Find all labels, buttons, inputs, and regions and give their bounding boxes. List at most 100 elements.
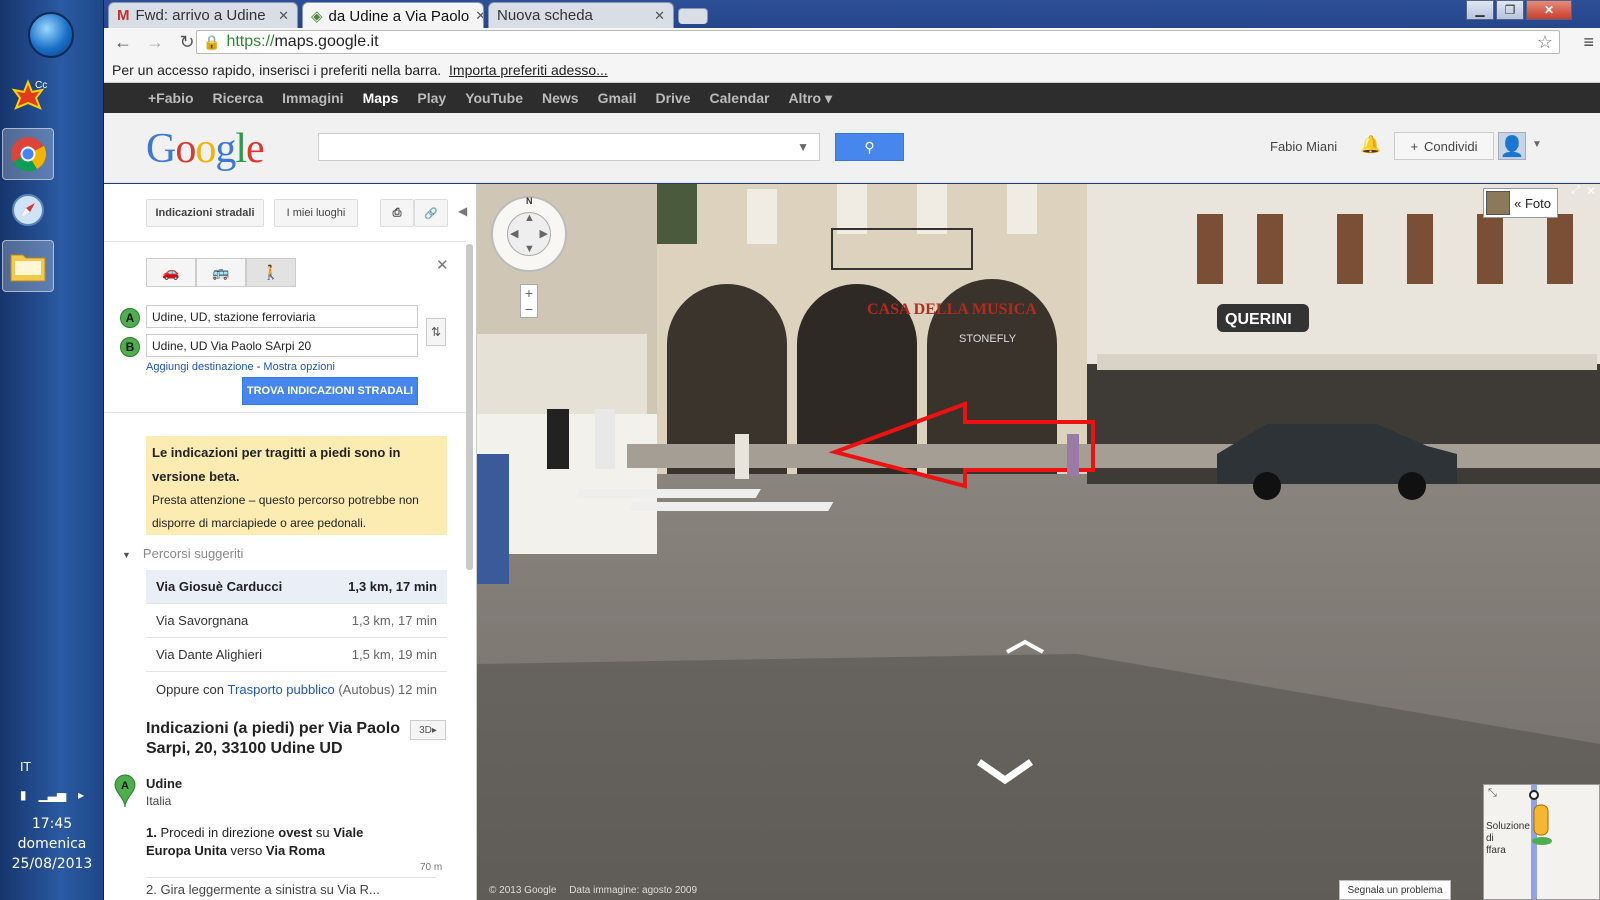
- svg-text:Cc: Cc: [35, 80, 47, 91]
- tab-close-icon[interactable]: ✕: [475, 8, 483, 24]
- mini-map[interactable]: ⤡ Soluzione di ffara: [1483, 784, 1600, 900]
- tray-expand-icon[interactable]: ▸: [78, 788, 84, 802]
- bell-icon[interactable]: 🔔: [1360, 135, 1381, 155]
- search-button[interactable]: ⚲: [835, 133, 904, 161]
- car-mode-button[interactable]: 🚗: [146, 258, 196, 287]
- marker-a-icon: A: [114, 774, 136, 808]
- transit-link[interactable]: Trasporto pubblico: [228, 682, 335, 697]
- google-logo[interactable]: Google: [146, 125, 265, 173]
- route-item[interactable]: Via Giosuè Carducci 1,3 km, 17 min: [146, 570, 447, 604]
- gbar-fabio[interactable]: +Fabio: [148, 90, 194, 106]
- bookmarks-hint: Per un accesso rapido, inserisci i prefe…: [112, 62, 442, 78]
- menu-icon[interactable]: ≡: [1583, 32, 1594, 53]
- options-row: Aggiungi destinazione - Mostra opzioni: [146, 361, 335, 373]
- tab-label: da Udine a Via Paolo: [328, 7, 470, 25]
- image-date: Data immagine: agosto 2009: [569, 885, 698, 896]
- forward-arrow-icon[interactable]: →: [144, 32, 166, 53]
- step-text: su: [312, 825, 334, 840]
- zoom-out-icon[interactable]: −: [521, 301, 537, 317]
- bookmarks-bar: Per un accesso rapido, inserisci i prefe…: [104, 56, 1600, 83]
- clock-day[interactable]: domenica: [0, 836, 104, 852]
- zoom-control[interactable]: + −: [520, 284, 538, 318]
- show-options-link[interactable]: Mostra opzioni: [263, 361, 335, 373]
- chevron-down-icon[interactable]: ▼: [797, 140, 809, 154]
- route-name: Via Savorgnana: [156, 613, 249, 628]
- reload-icon[interactable]: ↻: [176, 32, 198, 53]
- avatar[interactable]: 👤: [1498, 132, 1526, 160]
- transit-mode-button[interactable]: 🚌: [196, 258, 246, 287]
- street-view-image: CASA DELLA MUSICA STONEFLY QUERINI: [477, 184, 1600, 900]
- gbar-calendar[interactable]: Calendar: [710, 90, 770, 106]
- bookmark-star-icon[interactable]: ☆: [1537, 32, 1553, 53]
- gbar-gmail[interactable]: Gmail: [598, 90, 637, 106]
- street-view[interactable]: CASA DELLA MUSICA STONEFLY QUERINI ▲ ▼ ◀…: [477, 184, 1600, 900]
- gbar-play[interactable]: Play: [417, 90, 446, 106]
- user-name[interactable]: Fabio Miani: [1270, 139, 1337, 154]
- windows-orb-icon[interactable]: [28, 12, 74, 58]
- gbar-maps[interactable]: Maps: [363, 90, 399, 106]
- walk-mode-button[interactable]: 🚶: [246, 258, 296, 287]
- panel-scrollbar[interactable]: [466, 244, 473, 570]
- clock-time[interactable]: 17:45: [0, 816, 104, 832]
- tab-new[interactable]: Nuova scheda ✕: [488, 2, 674, 28]
- language-indicator[interactable]: IT: [0, 760, 104, 774]
- new-tab-button[interactable]: [678, 8, 708, 24]
- zoom-in-icon[interactable]: +: [521, 285, 537, 301]
- tab-maps[interactable]: ◈ da Udine a Via Paolo ✕: [302, 2, 484, 29]
- battery-icon[interactable]: ▮: [20, 788, 27, 802]
- close-directions-icon[interactable]: ✕: [436, 256, 449, 274]
- address-bar[interactable]: 🔒 https://maps.google.it ☆: [196, 30, 1560, 54]
- find-directions-button[interactable]: TROVA INDICAZIONI STRADALI: [242, 377, 418, 405]
- gbar-immagini[interactable]: Immagini: [282, 90, 343, 106]
- maximize-button[interactable]: ❐: [1496, 0, 1524, 20]
- divider: [104, 241, 466, 242]
- search-input[interactable]: ▼: [318, 133, 820, 161]
- step-1[interactable]: 1. Procedi in direzione ovest su Viale E…: [146, 824, 386, 860]
- collapse-panel-icon[interactable]: ◀: [458, 204, 467, 218]
- gbar-drive[interactable]: Drive: [655, 90, 690, 106]
- close-window-button[interactable]: ✕: [1526, 0, 1572, 20]
- tab-close-icon[interactable]: ✕: [278, 8, 289, 24]
- back-arrow-icon[interactable]: ←: [112, 32, 134, 53]
- mini-map-label: Soluzione di ffara: [1486, 821, 1530, 856]
- step-distance: 70 m: [420, 862, 443, 873]
- tab-gmail[interactable]: M Fwd: arrivo a Udine ✕: [108, 2, 298, 28]
- link-icon[interactable]: 🔗: [414, 199, 448, 227]
- photo-button[interactable]: « Foto: [1483, 188, 1558, 218]
- tray-icons[interactable]: ▮ ▁▃▅ ▸: [0, 788, 104, 802]
- pan-control[interactable]: ▲ ▼ ◀ ▶ N: [491, 196, 567, 272]
- minimize-button[interactable]: ▁: [1466, 0, 1494, 20]
- swap-icon[interactable]: ⇅: [426, 318, 446, 346]
- route-item[interactable]: Via Savorgnana 1,3 km, 17 min: [146, 604, 447, 638]
- gbar-news[interactable]: News: [542, 90, 579, 106]
- app-cc-icon[interactable]: Cc: [2, 70, 54, 122]
- suggested-routes-header[interactable]: ▼ Percorsi suggeriti: [122, 546, 243, 561]
- warning-body: Presta attenzione – questo percorso potr…: [152, 493, 419, 530]
- compass-icon[interactable]: ▲ ▼ ◀ ▶: [507, 212, 551, 256]
- origin-country: Italia: [146, 794, 172, 808]
- clock-date[interactable]: 25/08/2013: [0, 856, 104, 872]
- end-field[interactable]: Udine, UD Via Paolo SArpi 20: [146, 334, 418, 357]
- start-field[interactable]: Udine, UD, stazione ferroviaria: [146, 305, 418, 328]
- avatar-chevron-icon[interactable]: ▼: [1532, 139, 1542, 150]
- share-button[interactable]: + Condividi: [1394, 132, 1494, 160]
- step-2[interactable]: 2. Gira leggermente a sinistra su Via R.…: [146, 882, 380, 897]
- gbar-ricerca[interactable]: Ricerca: [213, 90, 264, 106]
- safari-icon[interactable]: [2, 184, 54, 236]
- gbar-youtube[interactable]: YouTube: [465, 90, 523, 106]
- tab-close-icon[interactable]: ✕: [654, 8, 665, 24]
- expand-icon[interactable]: ⤢: [1571, 184, 1580, 197]
- close-streetview-icon[interactable]: ✕: [1586, 184, 1596, 198]
- signal-icon[interactable]: ▁▃▅: [38, 788, 66, 802]
- add-destination-link[interactable]: Aggiungi destinazione: [146, 361, 254, 373]
- route-item[interactable]: Via Dante Alighieri 1,5 km, 19 min: [146, 638, 447, 672]
- report-problem-link[interactable]: Segnala un problema: [1339, 880, 1451, 900]
- folder-icon[interactable]: [2, 240, 54, 292]
- chrome-icon[interactable]: [2, 128, 54, 180]
- directions-button[interactable]: Indicazioni stradali: [146, 199, 264, 227]
- import-bookmarks-link[interactable]: Importa preferiti adesso...: [449, 62, 608, 78]
- 3d-button[interactable]: 3D ▸: [410, 720, 446, 740]
- my-places-button[interactable]: I miei luoghi: [274, 199, 358, 227]
- print-icon[interactable]: ⎙: [380, 199, 414, 227]
- gbar-altro[interactable]: Altro ▾: [788, 90, 832, 107]
